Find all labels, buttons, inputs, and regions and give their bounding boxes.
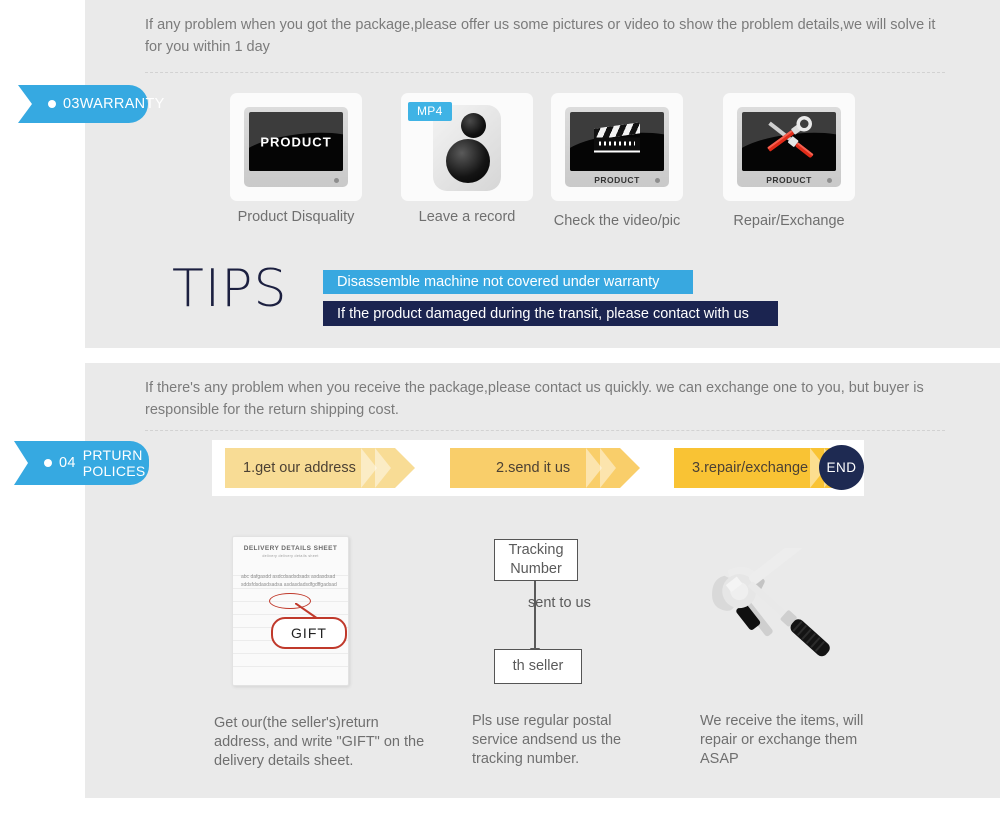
step-label-3: Check the video/pic [553,213,681,229]
return-steps-bar: 1.get our address 2.send it us 3.repair/… [212,440,864,496]
tips-heading: TIPS [172,259,288,319]
warranty-intro-text: If any problem when you got the package,… [145,17,936,55]
power-led-icon [655,178,660,183]
return-intro-text: If there's any problem when you receive … [145,380,924,418]
power-led-icon [334,178,339,183]
tips-bar-warranty-note: Disassemble machine not covered under wa… [323,270,693,294]
flow-connector-label: sent to us [528,595,591,611]
camera-small-lens-icon [461,113,486,138]
return-block-3-caption: We receive the items, will repair or exc… [700,713,864,767]
step-label-4: Repair/Exchange [733,213,845,229]
badge-return-line1: PRTURN [82,447,143,463]
step-card-leave-a-record: MP4 [401,93,533,201]
badge-warranty: 03 WARRANTY [18,85,164,123]
camera-large-lens-icon [446,139,490,183]
delivery-details-sheet-icon: DELIVERY DETAILS SHEET delivery delivery… [232,536,349,686]
return-block-1-caption: Get our(the seller's)return address, and… [214,715,425,769]
chevron-tip-icon [395,448,415,488]
warranty-divider [145,72,945,73]
seller-box: th seller [494,649,582,684]
badge-return-number: 04 [59,455,76,471]
gift-callout-label: GIFT [271,617,347,649]
chevron-tip-icon [620,448,640,488]
clapperboard-icon [594,122,640,153]
monitor-clapperboard-icon: PRODUCT [565,107,669,187]
badge-warranty-label: WARRANTY [79,96,165,112]
badge-return-policies: 04 PRTURN POLICES [14,441,149,485]
screwdriver-wrench-icon [767,116,814,158]
return-step-2-label: 2.send it us [496,460,571,476]
flow-arrow-icon [530,581,540,657]
tips-bar-transit-note: If the product damaged during the transi… [323,301,778,326]
return-step-3-label: 3.repair/exchange [692,460,809,476]
sheet-subtitle: delivery delivery details sheet [262,554,319,558]
monitor-caption: PRODUCT [594,175,640,185]
hammer-wrench-icon [700,506,860,673]
sheet-title: DELIVERY DETAILS SHEET [243,545,338,552]
monitor-caption: PRODUCT [766,175,812,185]
step-card-repair-exchange: PRODUCT [723,93,855,201]
mp4-badge: MP4 [408,102,452,121]
return-step-end: END [819,445,864,490]
bullet-dot-icon [48,100,56,108]
return-step-2[interactable]: 2.send it us [450,448,640,488]
step-card-check-video: PRODUCT [551,93,683,201]
badge-warranty-number: 03 [63,96,80,112]
monitor-tools-icon: PRODUCT [737,107,841,187]
bullet-dot-icon [44,459,52,467]
step-label-1: Product Disquality [237,209,355,225]
sheet-body-text: abc dafgasdd asdcdsadsdsads asdasdsadsdd… [241,574,337,588]
return-step-1[interactable]: 1.get our address [225,448,415,488]
return-divider [145,430,945,431]
chevron-barb-icon [600,448,616,488]
step-card-product-disquality: PRODUCT [230,93,362,201]
power-led-icon [827,178,832,183]
monitor-product-icon: PRODUCT [244,107,348,187]
chevron-barb-icon [375,448,391,488]
badge-return-line2: POLICES [82,463,146,479]
return-step-1-label: 1.get our address [243,460,356,476]
monitor-screen-label: PRODUCT [260,134,332,149]
return-block-2-caption: Pls use regular postal service andsend u… [472,713,622,767]
tracking-number-box: Tracking Number [494,539,578,581]
